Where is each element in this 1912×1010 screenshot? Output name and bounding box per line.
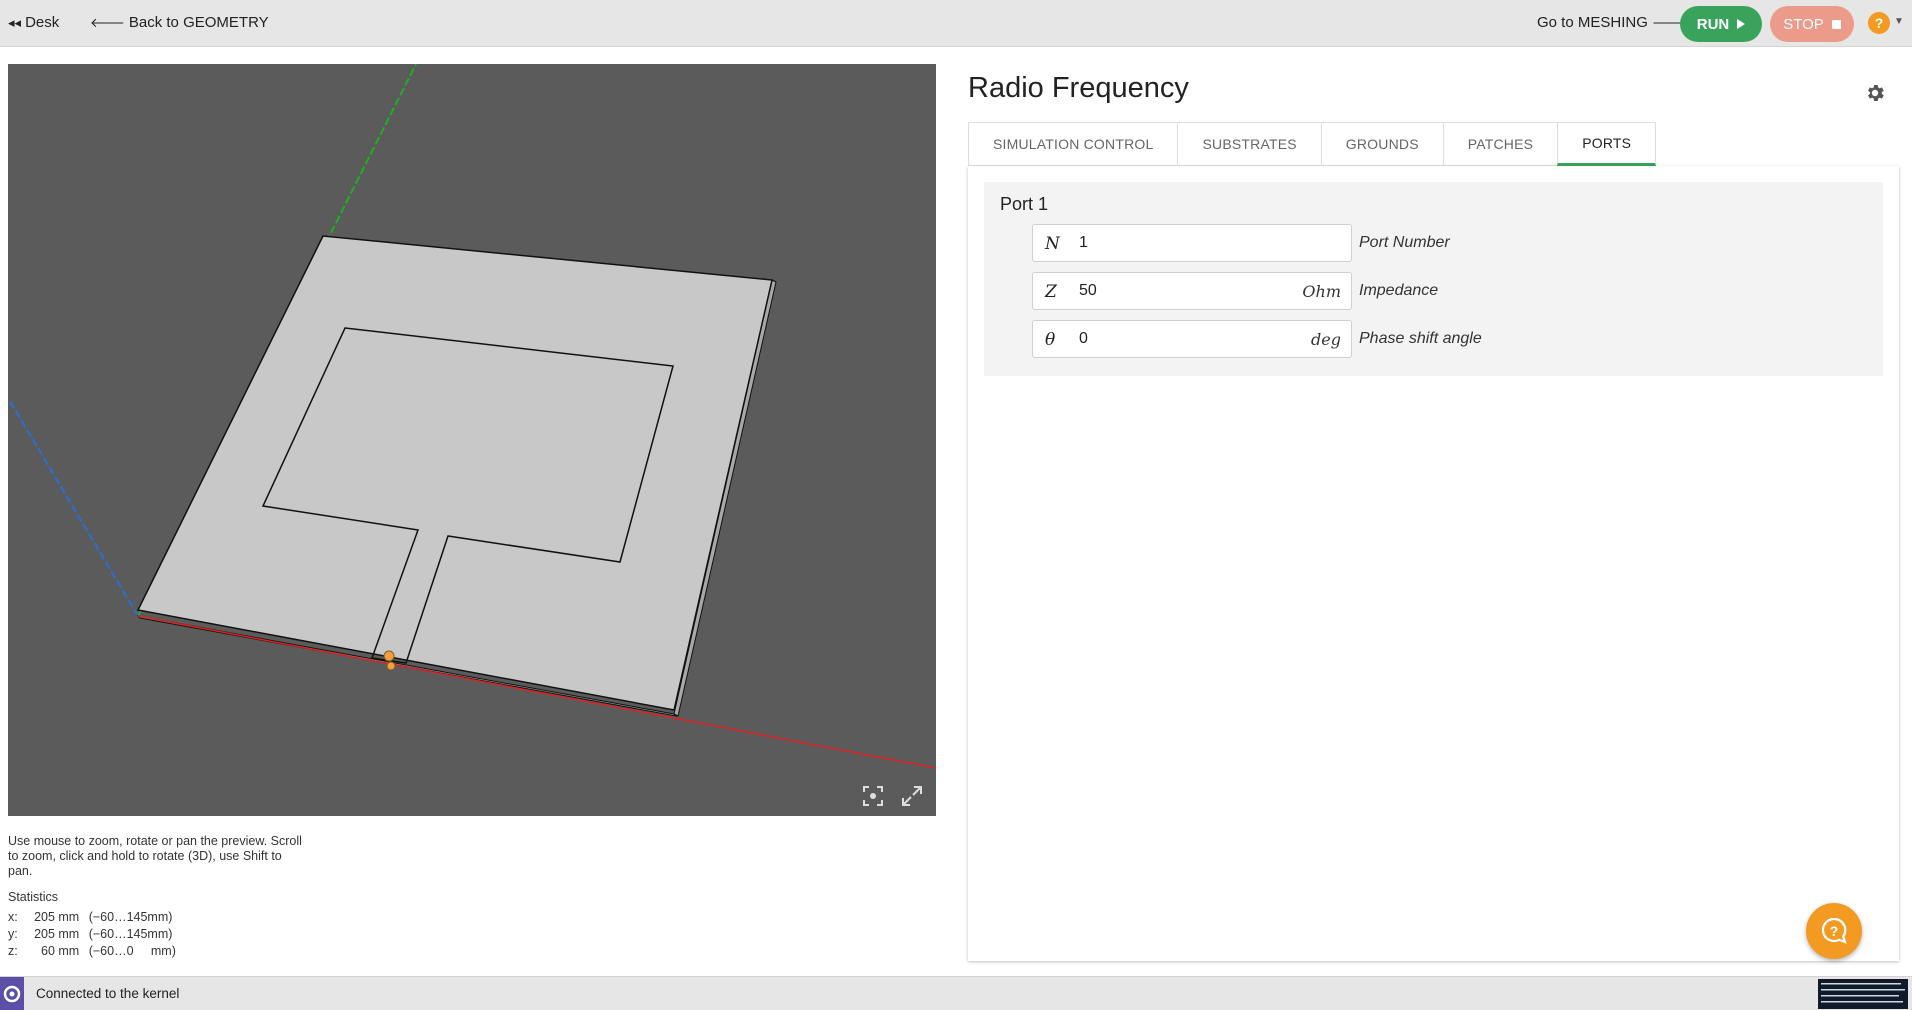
- back-label: Back to GEOMETRY: [128, 14, 269, 31]
- console-thumbnail[interactable]: [1818, 979, 1908, 1009]
- port-number-label: Port Number: [1359, 234, 1450, 251]
- desk-label: Desk: [25, 14, 60, 31]
- 3d-preview-viewport[interactable]: [8, 64, 936, 816]
- double-arrow-left-icon: ◂◂: [8, 14, 22, 30]
- tab-patches[interactable]: PATCHES: [1442, 122, 1558, 166]
- z-axis-line: [8, 397, 139, 617]
- arrow-left-icon: 🡐: [90, 14, 125, 30]
- help-menu-button[interactable]: ?: [1868, 12, 1890, 34]
- phase-shift-input[interactable]: [1079, 327, 1279, 351]
- port-number-input[interactable]: [1079, 231, 1279, 255]
- stat-row-z: z: 60 mm (−60…0 mm): [8, 944, 176, 958]
- question-icon: ?: [1874, 15, 1884, 31]
- viewport-hint: Use mouse to zoom, rotate or pan the pre…: [8, 834, 302, 878]
- focus-camera-icon[interactable]: [861, 784, 885, 808]
- phase-shift-label: Phase shift angle: [1359, 330, 1482, 347]
- statistics-title: Statistics: [8, 890, 59, 904]
- impedance-input[interactable]: [1079, 279, 1279, 303]
- run-label: RUN: [1696, 15, 1730, 33]
- phase-shift-symbol: θ: [1045, 330, 1056, 350]
- port-marker: [383, 650, 395, 662]
- ports-card: Port 1 N Port Number Z Ohm Impedance θ d…: [968, 166, 1899, 961]
- back-to-geometry-link[interactable]: 🡐 Back to GEOMETRY: [90, 14, 269, 31]
- port-marker: [386, 661, 396, 671]
- impedance-symbol: Z: [1045, 282, 1057, 302]
- impedance-unit: Ohm: [1302, 282, 1341, 301]
- fullscreen-icon[interactable]: [900, 784, 924, 808]
- substrate-top-face: [136, 235, 773, 711]
- stop-label: STOP: [1783, 15, 1824, 33]
- svg-text:?: ?: [1830, 923, 1839, 939]
- status-text: Connected to the kernel: [36, 986, 180, 1001]
- app-logo-icon: [0, 977, 24, 1010]
- go-to-meshing-link[interactable]: Go to MESHING 🡒: [1537, 14, 1687, 31]
- caret-down-icon[interactable]: ▼: [1894, 16, 1904, 27]
- gear-icon[interactable]: [1864, 82, 1886, 104]
- tab-bar: SIMULATION CONTROL SUBSTRATES GROUNDS PA…: [968, 122, 1657, 166]
- meshing-label: Go to MESHING: [1537, 14, 1648, 31]
- desk-link[interactable]: ◂◂ Desk: [8, 14, 59, 31]
- impedance-field: Z Ohm: [1032, 272, 1352, 310]
- help-bubble-icon: ?: [1821, 917, 1847, 944]
- stop-button[interactable]: STOP: [1770, 6, 1854, 42]
- port-number-symbol: N: [1045, 234, 1060, 254]
- phase-shift-field: θ deg: [1032, 320, 1352, 358]
- stat-row-x: x: 205 mm (−60…145mm): [8, 910, 173, 924]
- page-title: Radio Frequency: [968, 72, 1189, 104]
- port-title: Port 1: [1000, 194, 1049, 214]
- tab-grounds[interactable]: GROUNDS: [1320, 122, 1443, 166]
- 3d-scene: [8, 64, 936, 769]
- top-bar: ◂◂ Desk 🡐 Back to GEOMETRY Go to MESHING…: [0, 0, 1912, 47]
- run-button[interactable]: RUN: [1680, 6, 1762, 42]
- port-number-field: N: [1032, 224, 1352, 262]
- tab-simulation-control[interactable]: SIMULATION CONTROL: [968, 122, 1178, 166]
- play-icon: [1737, 19, 1746, 29]
- status-bar: Connected to the kernel: [0, 976, 1912, 1010]
- tab-substrates[interactable]: SUBSTRATES: [1177, 122, 1321, 166]
- phase-shift-unit: deg: [1311, 330, 1341, 349]
- port-1-section: Port 1 N Port Number Z Ohm Impedance θ d…: [984, 182, 1883, 376]
- tab-ports[interactable]: PORTS: [1557, 122, 1657, 166]
- stat-row-y: y: 205 mm (−60…145mm): [8, 927, 173, 941]
- impedance-label: Impedance: [1359, 282, 1439, 299]
- help-fab-button[interactable]: ?: [1806, 903, 1862, 959]
- stop-icon: [1831, 19, 1841, 29]
